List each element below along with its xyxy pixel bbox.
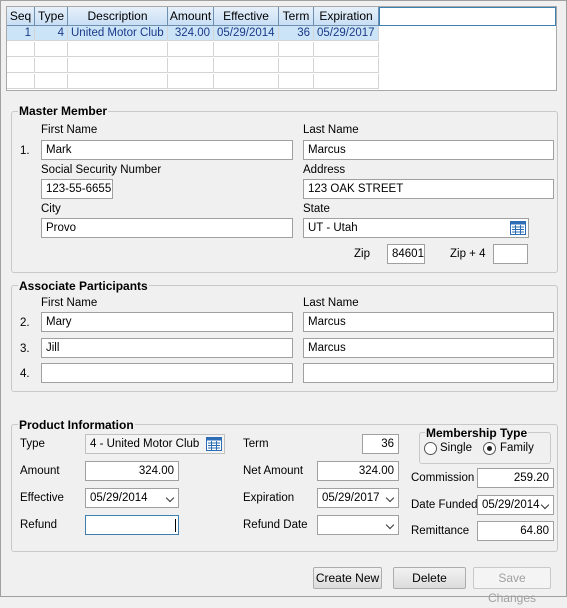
last-name-label: Last Name: [303, 124, 359, 136]
family-radio[interactable]: [483, 442, 496, 455]
net-amount-field[interactable]: 324.00: [317, 461, 399, 481]
text-caret: [175, 519, 176, 532]
calendar-list-icon[interactable]: [206, 437, 222, 451]
col-header-type[interactable]: Type: [35, 7, 68, 26]
chevron-down-icon[interactable]: [540, 500, 550, 510]
ssn-field[interactable]: 123-55-6655: [41, 179, 113, 199]
expiration-label: Expiration: [243, 492, 295, 504]
city-label: City: [41, 203, 61, 215]
single-label[interactable]: Single: [440, 442, 472, 454]
state-field[interactable]: UT - Utah: [303, 218, 529, 238]
refund-field[interactable]: [85, 515, 179, 535]
table-row[interactable]: 1 4 United Motor Club 324.00 05/29/2014 …: [7, 26, 379, 41]
date-funded-value: 05/29/2014: [482, 499, 540, 511]
state-value: UT - Utah: [308, 222, 358, 234]
cell-amount: 324.00: [168, 26, 214, 41]
master-first-name-field[interactable]: Mark: [41, 140, 293, 160]
chevron-down-icon[interactable]: [165, 493, 175, 503]
create-new-button[interactable]: Create New: [313, 567, 382, 589]
ssn-label: Social Security Number: [41, 164, 162, 176]
state-label: State: [303, 203, 330, 215]
address-label: Address: [303, 164, 346, 176]
single-radio[interactable]: [424, 442, 437, 455]
master-member-title: Master Member: [18, 104, 109, 118]
net-amount-label: Net Amount: [243, 465, 304, 477]
amount-label: Amount: [20, 465, 60, 477]
cell-effective: 05/29/2014: [214, 26, 279, 41]
chevron-down-icon[interactable]: [385, 493, 395, 503]
first-name-label: First Name: [41, 124, 98, 136]
cell-expiration: 05/29/2017: [314, 26, 379, 41]
effective-value: 05/29/2014: [90, 492, 148, 504]
family-label[interactable]: Family: [500, 442, 534, 454]
col-header-seq[interactable]: Seq: [7, 7, 35, 26]
member-index: 1.: [20, 145, 30, 157]
delete-button[interactable]: Delete: [393, 567, 466, 589]
address-field[interactable]: 123 OAK STREET: [303, 179, 554, 199]
expiration-date-picker[interactable]: 05/29/2017: [317, 488, 399, 508]
assoc-first-name-label: First Name: [41, 297, 98, 309]
save-changes-button[interactable]: Save Changes: [473, 567, 551, 605]
remittance-field[interactable]: 64.80: [477, 521, 554, 541]
table-row-empty[interactable]: [7, 74, 379, 89]
remittance-label: Remittance: [411, 525, 470, 537]
col-header-effective[interactable]: Effective: [214, 7, 279, 26]
assoc-last-name-field[interactable]: [303, 363, 554, 383]
date-funded-label: Date Funded: [411, 499, 478, 511]
effective-label: Effective: [20, 492, 64, 504]
calendar-list-icon[interactable]: [510, 221, 526, 235]
type-field[interactable]: 4 - United Motor Club: [85, 434, 225, 454]
assoc-index: 3.: [20, 343, 30, 355]
cell-seq: 1: [7, 26, 35, 41]
effective-date-picker[interactable]: 05/29/2014: [85, 488, 179, 508]
col-header-amount[interactable]: Amount: [168, 7, 214, 26]
commission-label: Commission: [411, 472, 475, 484]
zip4-label: Zip + 4: [450, 248, 486, 260]
zip-field[interactable]: 84601: [387, 244, 425, 264]
assoc-last-name-label: Last Name: [303, 297, 359, 309]
expiration-value: 05/29/2017: [322, 492, 380, 504]
chevron-down-icon[interactable]: [385, 520, 395, 530]
assoc-last-name-field[interactable]: Marcus: [303, 312, 554, 332]
master-last-name-field[interactable]: Marcus: [303, 140, 554, 160]
term-label: Term: [243, 438, 269, 450]
membership-type-title: Membership Type: [425, 426, 529, 440]
product-title: Product Information: [18, 418, 135, 432]
cell-description: United Motor Club: [68, 26, 168, 41]
assoc-first-name-field[interactable]: Jill: [41, 338, 293, 358]
refund-label: Refund: [20, 519, 58, 531]
refund-date-picker[interactable]: [317, 515, 399, 535]
assoc-index: 2.: [20, 317, 30, 329]
term-field[interactable]: 36: [362, 434, 399, 454]
col-header-blank: [379, 7, 556, 26]
table-row-empty[interactable]: [7, 58, 379, 73]
assoc-index: 4.: [20, 368, 30, 380]
amount-field[interactable]: 324.00: [85, 461, 179, 481]
col-header-term[interactable]: Term: [279, 7, 314, 26]
zip-label: Zip: [354, 248, 370, 260]
associates-title: Associate Participants: [18, 279, 149, 293]
assoc-first-name-field[interactable]: Mary: [41, 312, 293, 332]
zip4-field[interactable]: [493, 244, 528, 264]
date-funded-picker[interactable]: 05/29/2014: [477, 495, 554, 515]
type-value: 4 - United Motor Club: [90, 438, 200, 450]
membership-grid[interactable]: Seq Type Description Amount Effective Te…: [6, 6, 557, 91]
cell-term: 36: [279, 26, 314, 41]
col-header-expiration[interactable]: Expiration: [314, 7, 379, 26]
city-field[interactable]: Provo: [41, 218, 293, 238]
cell-type: 4: [35, 26, 68, 41]
table-row-empty[interactable]: [7, 42, 379, 57]
refund-date-label: Refund Date: [243, 519, 308, 531]
assoc-first-name-field[interactable]: [41, 363, 293, 383]
commission-field[interactable]: 259.20: [477, 468, 554, 488]
assoc-last-name-field[interactable]: Marcus: [303, 338, 554, 358]
col-header-description[interactable]: Description: [68, 7, 168, 26]
type-label: Type: [20, 438, 45, 450]
